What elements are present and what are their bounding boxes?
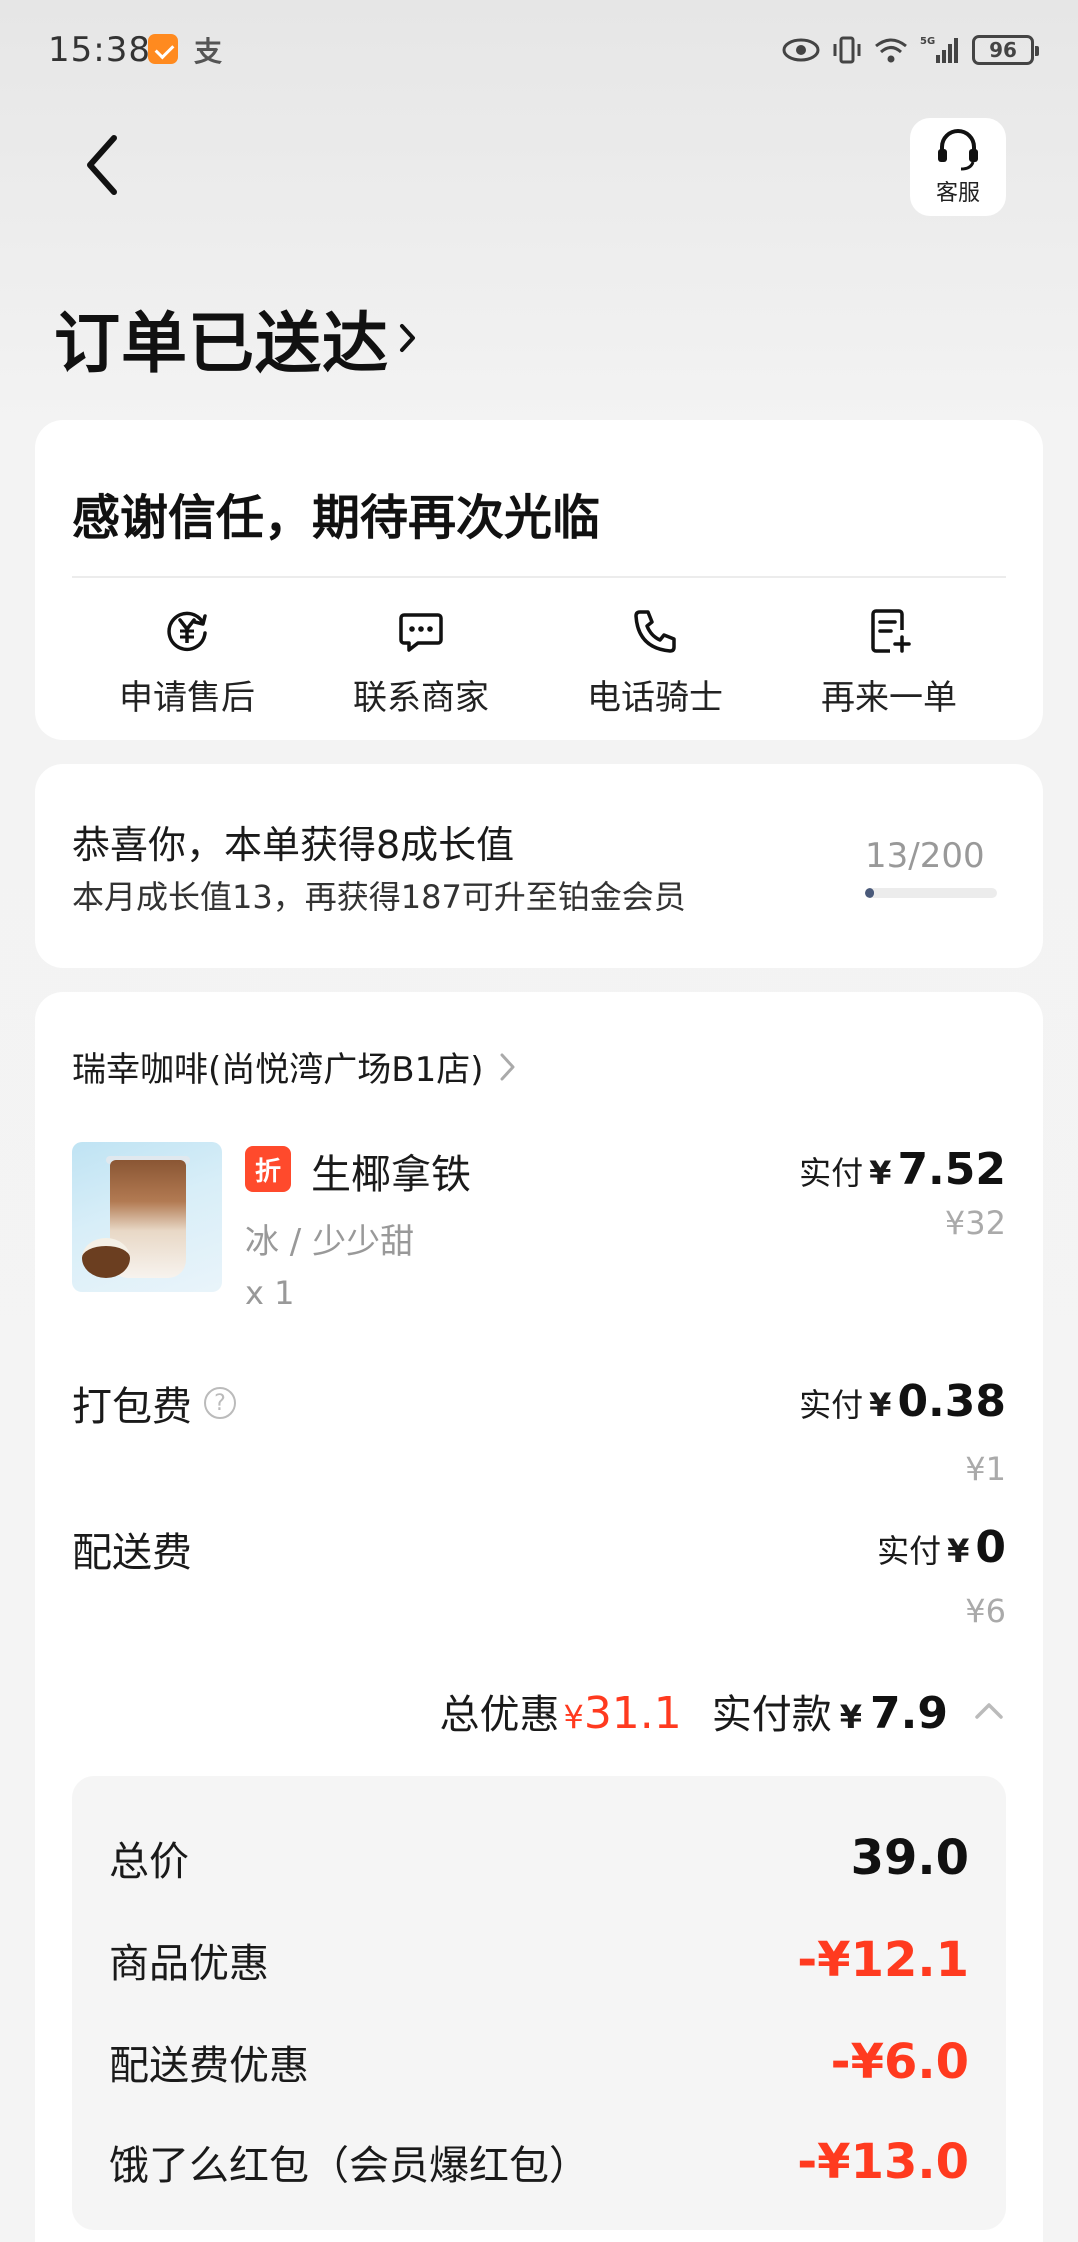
headset-icon: [938, 129, 978, 171]
chevron-right-icon: [400, 324, 415, 352]
breakdown-value: -¥13.0: [797, 2134, 969, 2190]
delivery-fee-paid: 实付 ¥ 0: [877, 1522, 1006, 1573]
currency-symbol: ¥: [839, 1698, 863, 1736]
growth-progress-fill: [865, 888, 874, 898]
reorder-icon: [871, 609, 911, 653]
product-quantity: x 1: [245, 1274, 295, 1312]
paid-label: 实付: [799, 1386, 864, 1424]
contact-merchant-button[interactable]: 联系商家: [304, 606, 538, 719]
product-original-price: ¥32: [944, 1204, 1006, 1242]
reorder-button[interactable]: 再来一单: [772, 606, 1006, 719]
order-summary-toggle[interactable]: 总优惠 ¥ 31.1 实付款 ¥ 7.9: [439, 1682, 1006, 1740]
action-label: 再来一单: [821, 678, 957, 718]
delivery-fee-label: 配送费: [72, 1520, 192, 1578]
action-label: 申请售后: [119, 678, 255, 718]
actual-paid-amount: 7.9: [870, 1688, 948, 1739]
currency-symbol: ¥: [563, 1698, 584, 1736]
customer-service-label: 客服: [935, 181, 980, 206]
packing-fee-paid: 实付 ¥ 0.38: [799, 1376, 1006, 1427]
breakdown-value: -¥12.1: [797, 1932, 969, 1988]
chevron-left-icon: [87, 135, 117, 195]
store-link[interactable]: 瑞幸咖啡(尚悦湾广场B1店): [72, 1042, 518, 1091]
discount-tag: 折: [245, 1146, 291, 1192]
cellular-signal-icon: 5G: [920, 35, 960, 65]
price-breakdown: 总价 39.0 商品优惠 -¥12.1 配送费优惠 -¥6.0 饿了么红包（会员…: [72, 1776, 1006, 2230]
order-status-title-link[interactable]: 订单已送达: [54, 290, 419, 386]
paid-amount: 7.52: [897, 1144, 1006, 1195]
paid-amount: 0.38: [897, 1376, 1006, 1427]
delivery-fee-original: ¥6: [965, 1592, 1006, 1630]
svg-text:5G: 5G: [920, 36, 935, 47]
status-icons: 5G 96: [782, 30, 1039, 70]
packing-fee-original: ¥1: [965, 1450, 1006, 1488]
phone-icon: [634, 610, 676, 653]
taobao-notification-icon: [148, 34, 178, 64]
product-paid-price: 实付 ¥ 7.52: [799, 1144, 1006, 1195]
paid-amount: 0: [975, 1522, 1006, 1573]
thanks-card: 感谢信任，期待再次光临 申请售后 联系商家 电话骑士 再来一单: [35, 420, 1043, 740]
battery-icon: 96: [972, 35, 1039, 65]
order-detail-page: 15:38 支 5G 96 客服 订单已送达 感谢信任，期待再次光临 申请售后 …: [0, 0, 1078, 2242]
product-spec: 冰 / 少少甜: [245, 1222, 415, 1262]
growth-subtitle: 本月成长值13，再获得187可升至铂金会员: [72, 878, 686, 916]
delivery-fee-text: 配送费: [72, 1530, 192, 1576]
breakdown-value: -¥6.0: [830, 2034, 969, 2090]
breakdown-label: 饿了么红包（会员爆红包）: [109, 2143, 589, 2189]
action-label: 电话骑士: [587, 678, 723, 718]
total-discount-amount: 31.1: [583, 1688, 682, 1739]
growth-title: 恭喜你，本单获得8成长值: [72, 823, 515, 867]
status-bar: 15:38 支 5G 96: [0, 0, 1078, 100]
after-sales-button[interactable]: 申请售后: [70, 606, 304, 719]
chat-icon: [399, 613, 443, 652]
alipay-notification-icon: 支: [194, 35, 223, 68]
store-name: 瑞幸咖啡(尚悦湾广场B1店): [72, 1050, 484, 1090]
packing-fee-label: 打包费 ?: [72, 1374, 236, 1432]
order-card: 瑞幸咖啡(尚悦湾广场B1店) 折 生椰拿铁 冰 / 少少甜 x 1 实付 ¥ 7…: [35, 992, 1043, 2242]
currency-symbol: ¥: [869, 1386, 892, 1424]
customer-service-button[interactable]: 客服: [910, 118, 1006, 216]
growth-progress-text: 13/200: [865, 836, 985, 876]
breakdown-row: 商品优惠 -¥12.1: [109, 1930, 969, 1990]
action-label: 联系商家: [353, 678, 489, 718]
breakdown-label: 配送费优惠: [109, 2043, 309, 2089]
paid-label: 实付: [799, 1154, 864, 1192]
help-icon[interactable]: ?: [204, 1387, 236, 1419]
currency-symbol: ¥: [947, 1532, 970, 1570]
chevron-right-icon: [500, 1053, 514, 1080]
breakdown-row: 配送费优惠 -¥6.0: [109, 2032, 969, 2092]
paid-label: 实付: [877, 1532, 942, 1570]
refund-yen-icon: [167, 611, 207, 652]
breakdown-label: 商品优惠: [109, 1941, 269, 1987]
product-image[interactable]: [72, 1142, 222, 1292]
thanks-message: 感谢信任，期待再次光临: [72, 490, 601, 546]
back-button[interactable]: [82, 130, 142, 210]
status-time: 15:38: [48, 30, 151, 70]
actual-paid-label: 实付款: [711, 1692, 832, 1738]
action-bar: 申请售后 联系商家 电话骑士 再来一单: [35, 606, 1043, 719]
packing-fee-text: 打包费: [72, 1384, 192, 1430]
product-name: 生椰拿铁: [311, 1152, 471, 1198]
call-rider-button[interactable]: 电话骑士: [538, 606, 772, 719]
divider: [72, 576, 1006, 578]
breakdown-label: 总价: [109, 1839, 189, 1885]
page-title: 订单已送达: [54, 305, 389, 382]
growth-value-card[interactable]: 恭喜你，本单获得8成长值 本月成长值13，再获得187可升至铂金会员 13/20…: [35, 764, 1043, 968]
currency-symbol: ¥: [869, 1154, 892, 1192]
breakdown-row: 饿了么红包（会员爆红包） -¥13.0: [109, 2132, 969, 2192]
growth-progress-bar: [865, 888, 997, 898]
wifi-icon: [874, 35, 908, 65]
coconut: [82, 1238, 130, 1278]
eye-icon: [782, 35, 820, 65]
breakdown-value: 39.0: [850, 1830, 969, 1886]
chevron-up-icon: [975, 1703, 1003, 1719]
total-discount-label: 总优惠: [439, 1692, 560, 1738]
breakdown-row: 总价 39.0: [109, 1828, 969, 1888]
vibrate-icon: [832, 35, 862, 65]
